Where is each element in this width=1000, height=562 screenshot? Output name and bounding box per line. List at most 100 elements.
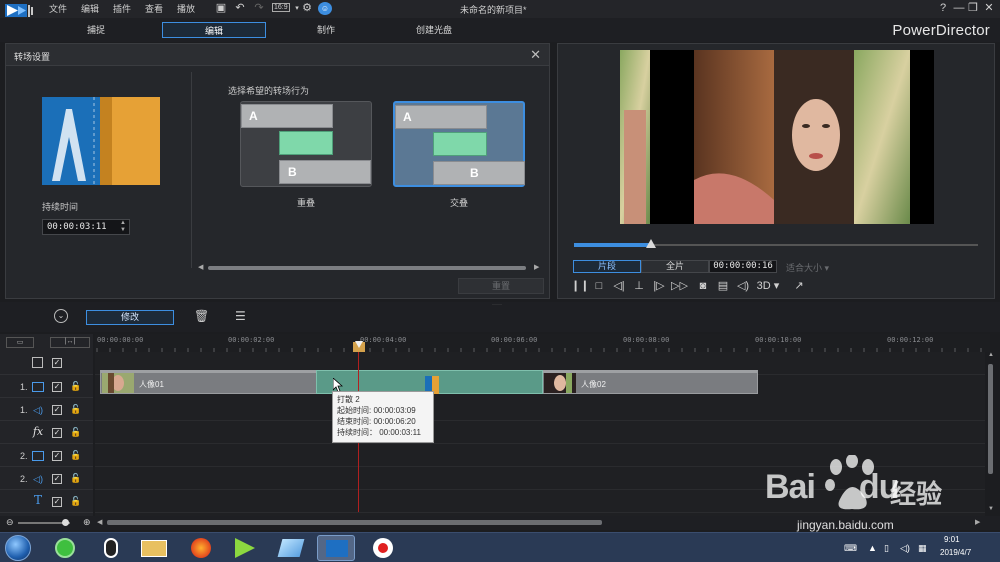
tab-create-disc[interactable]: 创建光盘 bbox=[398, 22, 470, 38]
start-button[interactable] bbox=[5, 535, 31, 561]
menu-playback[interactable]: 播放 bbox=[177, 2, 195, 15]
split-icon[interactable]: ⊥ bbox=[631, 279, 647, 293]
scroll-up-icon[interactable]: ▲ bbox=[988, 352, 994, 358]
duration-stepper[interactable]: ▲ ▼ bbox=[118, 220, 128, 234]
maximize-button[interactable]: ❐ bbox=[966, 2, 980, 15]
help-button[interactable]: ? bbox=[936, 2, 950, 15]
taskbar-app-powerdirector[interactable] bbox=[317, 535, 355, 561]
fast-forward-icon[interactable]: ▷▷ bbox=[671, 279, 688, 293]
timeline-vertical-scrollbar[interactable]: ▲ ▼ bbox=[985, 352, 997, 516]
3d-mode-button[interactable]: 3D ▾ bbox=[756, 279, 780, 293]
gear-icon[interactable]: ⚙ bbox=[300, 2, 314, 15]
network-icon[interactable]: ▦ bbox=[918, 543, 927, 554]
seek-handle[interactable] bbox=[645, 239, 656, 248]
scroll-down-icon[interactable]: ▼ bbox=[988, 506, 994, 512]
behavior-cross-option[interactable]: A B bbox=[393, 101, 525, 187]
menu-edit[interactable]: 编辑 bbox=[81, 2, 99, 15]
tab-edit[interactable]: 编辑 bbox=[162, 22, 266, 38]
track-enable-checkbox[interactable]: ✓ bbox=[52, 382, 62, 392]
minimize-button[interactable]: — bbox=[952, 2, 966, 15]
transition-tooltip: 打散 2 起始时间: 00:00:03:09 结束时间: 00:00:06:20… bbox=[332, 391, 434, 443]
track-select-box[interactable] bbox=[32, 357, 43, 368]
stop-icon[interactable]: □ bbox=[591, 279, 607, 293]
taskbar-app-notes[interactable] bbox=[272, 535, 310, 561]
taskbar-app-media[interactable] bbox=[226, 535, 264, 561]
track-enable-checkbox[interactable]: ✓ bbox=[52, 428, 62, 438]
duration-input[interactable]: 00:00:03:11 bbox=[42, 219, 130, 235]
playhead-marker-icon[interactable] bbox=[355, 341, 363, 349]
panel-scrollbar[interactable]: ◀ ▶ bbox=[198, 264, 542, 272]
device-icon[interactable]: ▯ bbox=[884, 543, 889, 554]
modify-button[interactable]: 修改 bbox=[86, 310, 174, 325]
pause-icon[interactable]: ❙❙ bbox=[571, 279, 589, 293]
chevron-down-icon[interactable]: ⌄ bbox=[54, 309, 68, 323]
tray-expand-icon[interactable]: ▲ bbox=[868, 543, 877, 553]
save-icon[interactable]: ▣ bbox=[214, 2, 228, 15]
behavior-overlap-option[interactable]: A B bbox=[240, 101, 372, 187]
close-icon[interactable]: ✕ bbox=[530, 47, 541, 63]
brand-name: PowerDirector bbox=[892, 22, 990, 39]
close-button[interactable]: ✕ bbox=[982, 2, 996, 15]
taskbar-clock-time[interactable]: 9:01 bbox=[944, 535, 960, 544]
taskbar-app-firefox[interactable] bbox=[182, 535, 220, 561]
splitter-handle[interactable]: ····· bbox=[492, 302, 502, 308]
scroll-right-icon[interactable]: ▶ bbox=[975, 518, 980, 526]
taskbar-clock-date[interactable]: 2019/4/7 bbox=[940, 548, 971, 557]
list-icon[interactable]: ☰ bbox=[235, 309, 246, 323]
undo-icon[interactable]: ↶ bbox=[233, 2, 247, 15]
clip-thumbnail bbox=[102, 373, 134, 393]
volume-tray-icon[interactable]: ◁) bbox=[900, 543, 910, 554]
lock-icon[interactable]: 🔓 bbox=[70, 427, 81, 438]
menu-view[interactable]: 查看 bbox=[145, 2, 163, 15]
redo-icon[interactable]: ↷ bbox=[252, 2, 266, 15]
scrollbar-thumb[interactable] bbox=[208, 266, 526, 270]
lock-icon[interactable]: 🔓 bbox=[70, 450, 81, 461]
taskbar-app-360[interactable] bbox=[46, 535, 84, 561]
watermark-url: jingyan.baidu.com bbox=[797, 518, 894, 532]
zoom-in-icon[interactable]: ⊕ bbox=[83, 517, 91, 528]
fit-timeline-button[interactable]: |↔| bbox=[50, 337, 90, 348]
taskbar-app-explorer[interactable] bbox=[135, 535, 173, 561]
zoom-out-icon[interactable]: ⊖ bbox=[6, 517, 14, 528]
scrollbar-thumb[interactable] bbox=[988, 364, 993, 474]
track-enable-checkbox[interactable]: ✓ bbox=[52, 405, 62, 415]
menu-file[interactable]: 文件 bbox=[49, 2, 67, 15]
scroll-left-icon[interactable]: ◀ bbox=[97, 518, 102, 526]
track-enable-checkbox[interactable]: ✓ bbox=[52, 474, 62, 484]
lock-icon[interactable]: 🔓 bbox=[70, 496, 81, 507]
tab-capture[interactable]: 捕捉 bbox=[60, 22, 132, 38]
track-manager-button[interactable]: ▭ bbox=[6, 337, 34, 348]
track-enable-checkbox[interactable]: ✓ bbox=[52, 451, 62, 461]
menu-plugins[interactable]: 插件 bbox=[113, 2, 131, 15]
snapshot-icon[interactable]: ◙ bbox=[695, 279, 711, 293]
clip-mode-button[interactable]: 片段 bbox=[573, 260, 641, 273]
zoom-slider-handle[interactable] bbox=[62, 519, 69, 526]
volume-icon[interactable]: ◁) bbox=[735, 279, 751, 293]
next-frame-icon[interactable]: |▷ bbox=[651, 279, 667, 293]
fit-size-dropdown[interactable]: 适合大小 ▾ bbox=[786, 261, 829, 274]
track-lane-fx[interactable] bbox=[95, 421, 985, 444]
timecode-display[interactable]: 00:00:00:16 bbox=[709, 260, 777, 273]
lock-icon[interactable]: 🔓 bbox=[70, 404, 81, 415]
subtitle-icon[interactable]: ▤ bbox=[715, 279, 731, 293]
account-icon[interactable]: ☺ bbox=[318, 2, 332, 15]
movie-mode-button[interactable]: 全片 bbox=[641, 260, 709, 273]
scroll-right-icon[interactable]: ▶ bbox=[534, 263, 539, 271]
reset-button[interactable]: 重置 bbox=[458, 278, 544, 294]
scroll-left-icon[interactable]: ◀ bbox=[198, 263, 203, 271]
aspect-ratio-badge[interactable]: 16:9 bbox=[272, 3, 290, 12]
keyboard-icon[interactable]: ⌨ bbox=[844, 543, 857, 554]
tab-produce[interactable]: 制作 bbox=[290, 22, 362, 38]
undock-icon[interactable]: ↗ bbox=[791, 279, 807, 293]
track-enable-checkbox[interactable]: ✓ bbox=[52, 358, 62, 368]
trash-icon[interactable]: 🗑 bbox=[194, 309, 209, 323]
timeline-ruler[interactable]: 00:00:00:00 00:00:02:00 00:00:04:00 00:0… bbox=[95, 334, 990, 352]
taskbar-app-recorder[interactable] bbox=[364, 535, 402, 561]
seek-progress bbox=[574, 243, 651, 247]
track-enable-checkbox[interactable]: ✓ bbox=[52, 497, 62, 507]
previous-frame-icon[interactable]: ◁| bbox=[611, 279, 627, 293]
timeline-horizontal-scrollbar[interactable] bbox=[107, 520, 602, 525]
lock-icon[interactable]: 🔓 bbox=[70, 381, 81, 392]
taskbar-app-qq[interactable] bbox=[92, 535, 130, 561]
lock-icon[interactable]: 🔓 bbox=[70, 473, 81, 484]
